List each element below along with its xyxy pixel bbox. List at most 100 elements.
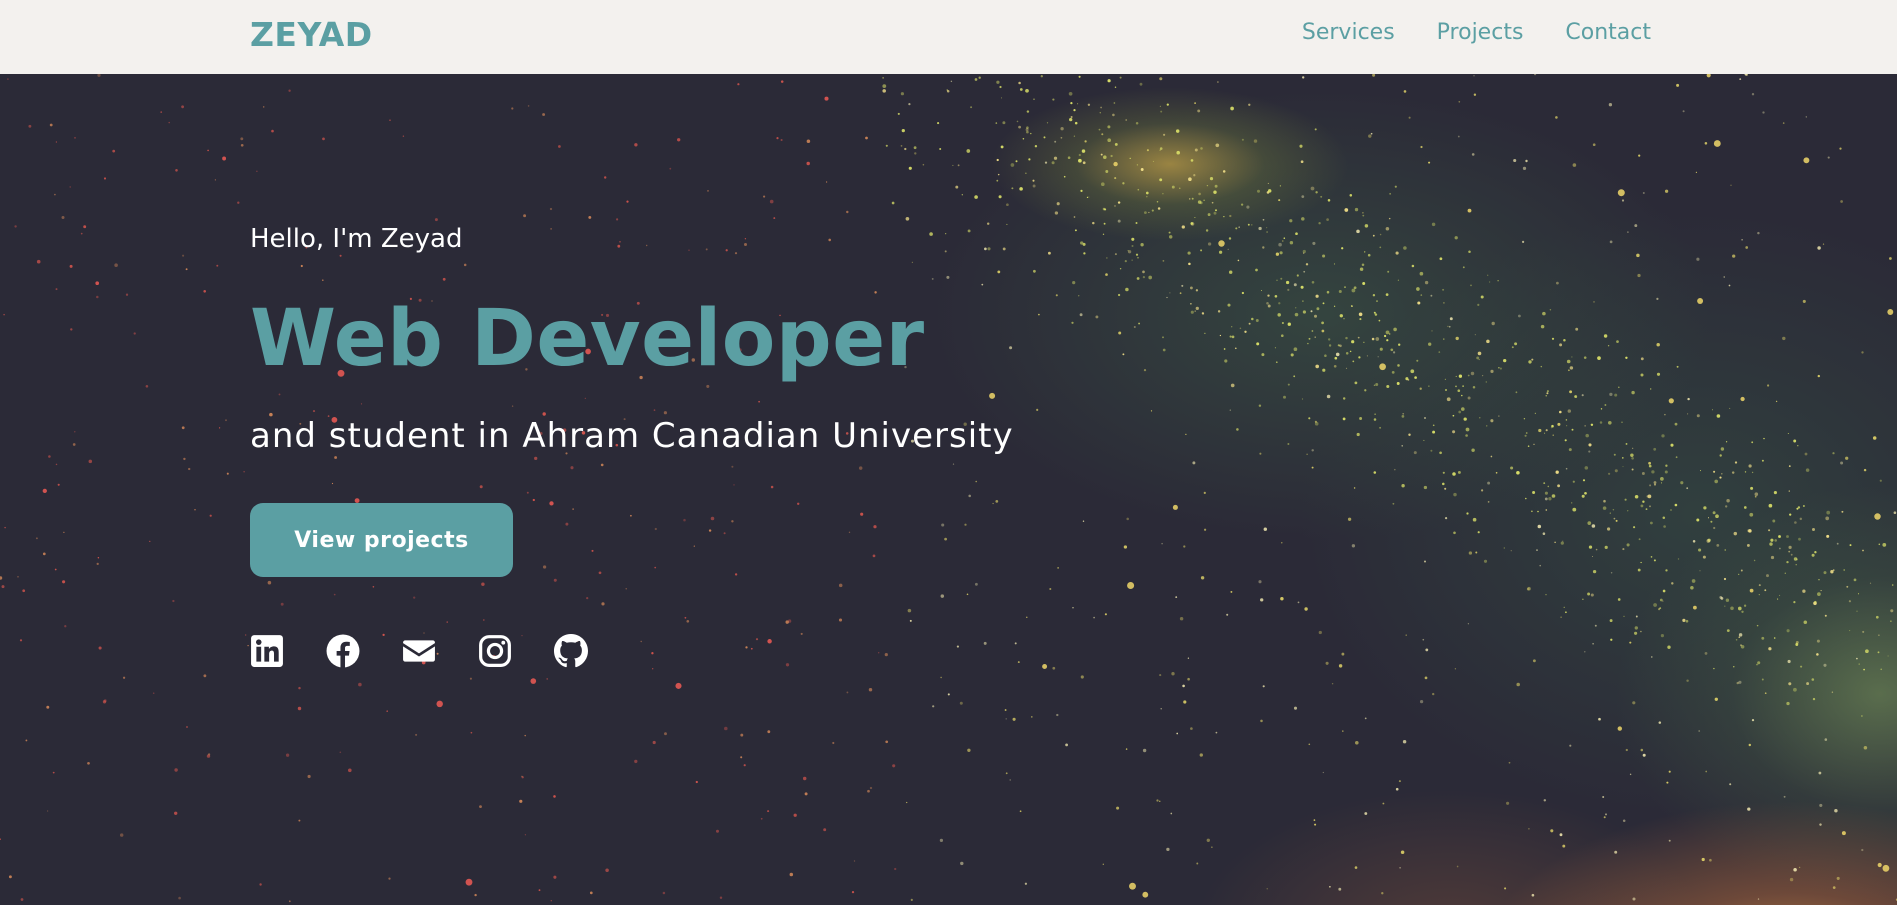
star bbox=[550, 899, 553, 902]
star bbox=[1166, 847, 1170, 852]
star bbox=[1391, 371, 1395, 374]
star bbox=[168, 121, 170, 124]
star bbox=[1401, 415, 1405, 418]
star bbox=[1457, 389, 1461, 393]
star bbox=[1531, 510, 1533, 513]
star bbox=[1834, 808, 1838, 813]
star bbox=[1591, 555, 1594, 558]
star bbox=[1289, 241, 1294, 245]
star bbox=[1014, 642, 1017, 645]
star bbox=[1788, 545, 1792, 550]
star bbox=[1795, 643, 1799, 646]
star bbox=[1385, 330, 1390, 335]
star bbox=[1880, 668, 1882, 671]
star bbox=[1107, 125, 1111, 129]
star bbox=[1820, 590, 1822, 592]
star bbox=[1757, 231, 1760, 235]
star bbox=[1617, 189, 1625, 197]
nav-link-services[interactable]: Services bbox=[1302, 20, 1395, 45]
star bbox=[1379, 426, 1382, 429]
star bbox=[1281, 321, 1284, 325]
star bbox=[1609, 392, 1613, 397]
star bbox=[1308, 417, 1311, 420]
star bbox=[1238, 226, 1240, 228]
star bbox=[481, 582, 485, 586]
star bbox=[1322, 302, 1325, 305]
star bbox=[1609, 512, 1611, 514]
star bbox=[1261, 353, 1265, 357]
nav-link-contact[interactable]: Contact bbox=[1565, 20, 1651, 45]
star bbox=[1267, 182, 1269, 184]
star bbox=[960, 861, 964, 866]
star bbox=[1777, 598, 1779, 600]
star bbox=[469, 677, 472, 680]
linkedin-link[interactable] bbox=[250, 634, 284, 668]
star bbox=[1477, 531, 1480, 534]
github-link[interactable] bbox=[554, 634, 588, 668]
star bbox=[1713, 667, 1715, 670]
star bbox=[63, 531, 65, 533]
star bbox=[1826, 534, 1830, 538]
star bbox=[1324, 354, 1327, 357]
star bbox=[1587, 592, 1591, 596]
instagram-link[interactable] bbox=[478, 634, 512, 668]
view-projects-button[interactable]: View projects bbox=[250, 503, 513, 577]
star bbox=[209, 514, 212, 517]
star bbox=[1487, 274, 1489, 276]
star bbox=[1803, 620, 1808, 625]
star bbox=[1446, 397, 1451, 402]
star bbox=[1571, 356, 1573, 358]
star bbox=[1656, 372, 1661, 376]
star bbox=[1187, 677, 1190, 681]
nav-link-projects[interactable]: Projects bbox=[1437, 20, 1524, 45]
star bbox=[83, 225, 87, 229]
star bbox=[1005, 718, 1007, 720]
star bbox=[225, 419, 227, 422]
facebook-link[interactable] bbox=[326, 634, 360, 668]
star bbox=[22, 589, 26, 593]
star bbox=[1207, 213, 1211, 217]
star bbox=[838, 583, 843, 588]
star bbox=[1183, 700, 1187, 704]
star bbox=[952, 164, 954, 166]
star bbox=[1562, 844, 1566, 848]
star bbox=[95, 281, 100, 286]
star bbox=[1745, 246, 1749, 249]
star bbox=[1052, 666, 1056, 670]
star bbox=[465, 878, 473, 886]
star bbox=[1374, 313, 1378, 316]
star bbox=[780, 80, 784, 83]
star bbox=[1074, 229, 1077, 232]
star bbox=[669, 167, 672, 170]
star bbox=[1467, 396, 1471, 400]
star bbox=[174, 768, 178, 772]
star bbox=[1625, 748, 1628, 752]
star bbox=[806, 161, 810, 166]
star bbox=[1591, 524, 1596, 528]
star bbox=[1275, 252, 1280, 256]
star bbox=[1666, 781, 1669, 784]
star bbox=[1070, 101, 1073, 105]
star bbox=[386, 710, 388, 712]
star bbox=[1479, 417, 1481, 419]
star bbox=[785, 620, 789, 624]
star bbox=[1476, 356, 1480, 360]
star bbox=[1682, 110, 1685, 113]
star bbox=[1723, 276, 1725, 278]
star bbox=[1283, 237, 1286, 239]
star bbox=[1142, 748, 1147, 753]
star bbox=[54, 193, 56, 196]
star bbox=[145, 385, 149, 388]
star bbox=[1719, 454, 1722, 457]
site-logo[interactable]: ZEYAD bbox=[250, 15, 373, 54]
email-link[interactable] bbox=[402, 634, 436, 668]
star bbox=[1293, 375, 1296, 378]
star bbox=[1565, 467, 1568, 470]
star bbox=[1779, 547, 1781, 550]
star bbox=[1148, 275, 1153, 280]
star bbox=[1853, 578, 1857, 582]
star bbox=[1600, 408, 1603, 410]
star bbox=[1608, 103, 1613, 107]
star bbox=[1301, 398, 1304, 400]
star bbox=[1766, 574, 1769, 578]
